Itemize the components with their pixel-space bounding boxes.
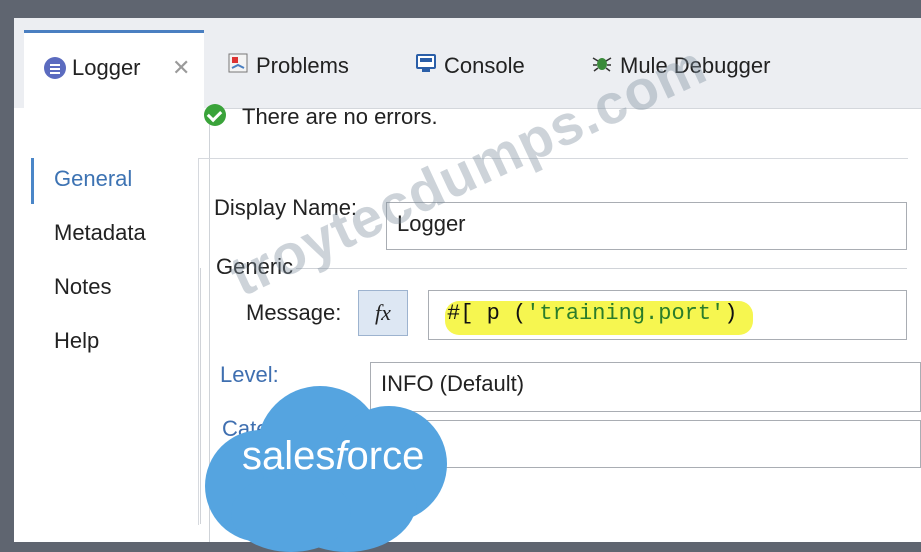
expr-string: 'training.port' — [526, 301, 725, 326]
message-expression-input[interactable]: #[ p ('training.port') — [428, 290, 907, 340]
fx-expression-toggle-button[interactable]: fx — [358, 290, 408, 336]
tab-logger[interactable]: Logger ✕ — [24, 30, 204, 108]
salesforce-logo-text: salesforce — [242, 434, 424, 479]
view-tab-bar: Logger ✕ Problems Console Mule Debugger — [14, 18, 921, 109]
tab-console-label: Console — [444, 53, 525, 78]
logger-icon — [44, 57, 66, 79]
expr-open: #[ p ( — [447, 301, 527, 326]
group-border-top — [296, 268, 907, 269]
sidebar-item-notes[interactable]: Notes — [54, 274, 111, 300]
active-nav-indicator — [31, 158, 34, 204]
check-circle-icon — [204, 104, 226, 126]
tab-problems[interactable]: Problems — [226, 52, 349, 80]
sidebar-item-general[interactable]: General — [54, 166, 132, 192]
message-label: Message: — [246, 300, 342, 325]
fx-icon: fx — [375, 300, 391, 325]
tab-logger-label: Logger — [72, 55, 141, 80]
problems-icon — [226, 52, 250, 80]
status-message: There are no errors. — [242, 104, 438, 129]
close-tab-icon[interactable]: ✕ — [172, 55, 190, 81]
console-icon — [414, 52, 438, 80]
expr-close: ) — [724, 301, 738, 326]
display-name-field[interactable]: Logger — [386, 202, 907, 250]
tab-problems-label: Problems — [256, 53, 349, 78]
sidebar-item-help[interactable]: Help — [54, 328, 99, 354]
properties-sidebar: General Metadata Notes Help — [14, 108, 209, 542]
logo-text-post: orce — [346, 434, 425, 478]
tab-console[interactable]: Console — [414, 52, 525, 80]
message-expression-text: #[ p ('training.port') — [447, 301, 737, 326]
logo-text-pre: sales — [242, 434, 336, 478]
logo-text-italic: f — [335, 434, 347, 478]
sidebar-item-metadata[interactable]: Metadata — [54, 220, 146, 246]
